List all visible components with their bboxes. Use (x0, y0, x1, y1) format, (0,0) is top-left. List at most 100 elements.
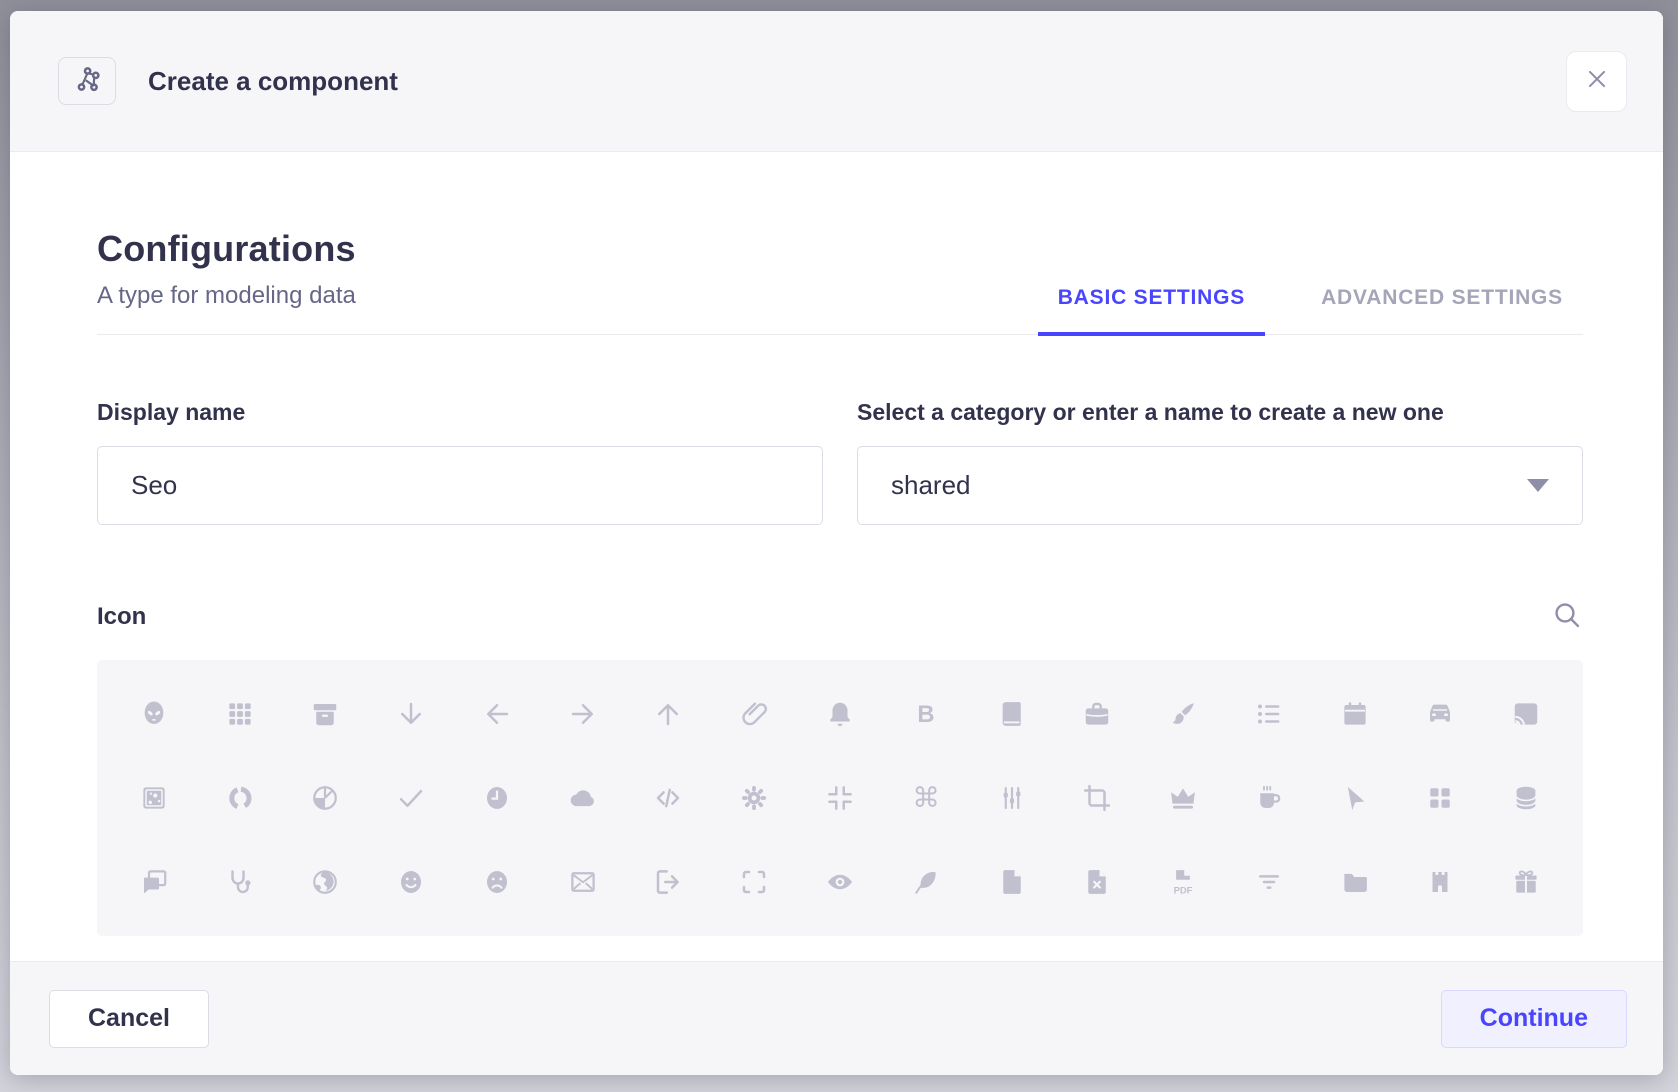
component-icon-box (58, 57, 116, 105)
icon-option-database[interactable] (1483, 756, 1569, 840)
icon-option-cup[interactable] (1226, 756, 1312, 840)
eye-icon (825, 867, 855, 897)
icon-option-crop[interactable] (1054, 756, 1140, 840)
alien-icon (139, 699, 169, 729)
cloud-icon (568, 783, 598, 813)
exit-icon (653, 867, 683, 897)
archive-icon (310, 699, 340, 729)
svg-text:PDF: PDF (1174, 885, 1193, 895)
collapse-icon (825, 783, 855, 813)
cancel-button[interactable]: Cancel (49, 990, 209, 1048)
icon-option-gate[interactable] (1397, 840, 1483, 924)
icon-option-car[interactable] (1397, 672, 1483, 756)
bullet-list-icon (1254, 699, 1284, 729)
icon-option-alien[interactable] (111, 672, 197, 756)
icon-option-exit[interactable] (626, 840, 712, 924)
icon-option-check[interactable] (368, 756, 454, 840)
icon-option-emotion-happy[interactable] (368, 840, 454, 924)
tab-basic-settings[interactable]: BASIC SETTINGS (1038, 286, 1265, 334)
dashboard-icon (1425, 783, 1455, 813)
chart-circle-icon (225, 783, 255, 813)
display-name-input[interactable] (97, 446, 823, 525)
icon-option-arrow-down[interactable] (368, 672, 454, 756)
icon-option-bullet-list[interactable] (1226, 672, 1312, 756)
command-icon: ⌘ (911, 783, 941, 813)
continue-button[interactable]: Continue (1441, 990, 1627, 1048)
expand-icon (739, 867, 769, 897)
icon-option-cursor[interactable] (1312, 756, 1398, 840)
icon-option-expand[interactable] (711, 840, 797, 924)
icon-option-folder[interactable] (1312, 840, 1398, 924)
category-label: Select a category or enter a name to cre… (857, 399, 1583, 426)
icon-option-bell[interactable] (797, 672, 883, 756)
icon-option-envelop[interactable] (540, 840, 626, 924)
icon-option-connector[interactable] (969, 756, 1055, 840)
briefcase-icon (1082, 699, 1112, 729)
icon-option-command[interactable]: ⌘ (883, 756, 969, 840)
icon-option-archive[interactable] (283, 672, 369, 756)
database-icon (1511, 783, 1541, 813)
crop-icon (1082, 783, 1112, 813)
crown-icon (1168, 783, 1198, 813)
calendar-icon (1340, 699, 1370, 729)
icon-search-button[interactable] (1551, 599, 1583, 634)
settings-tabs: BASIC SETTINGS ADVANCED SETTINGS (1038, 286, 1583, 334)
icon-option-gift[interactable] (1483, 840, 1569, 924)
icon-option-collapse[interactable] (797, 756, 883, 840)
file-icon (997, 867, 1027, 897)
cast-icon (1511, 699, 1541, 729)
icon-option-arrow-right[interactable] (540, 672, 626, 756)
display-name-label: Display name (97, 399, 823, 426)
section-title: Configurations (97, 228, 356, 270)
icon-option-discuss[interactable] (111, 840, 197, 924)
close-button[interactable] (1566, 51, 1627, 112)
modal-body: Configurations A type for modeling data … (10, 152, 1663, 961)
cup-icon (1254, 783, 1284, 813)
book-icon (997, 699, 1027, 729)
check-icon (396, 783, 426, 813)
brush-icon (1168, 699, 1198, 729)
icon-option-apps[interactable] (197, 672, 283, 756)
icon-option-clock[interactable] (454, 756, 540, 840)
icon-option-chart-bubble[interactable] (111, 756, 197, 840)
icon-option-crown[interactable] (1140, 756, 1226, 840)
cog-icon (739, 783, 769, 813)
modal-header: Create a component (10, 11, 1663, 152)
icon-option-emotion-unhappy[interactable] (454, 840, 540, 924)
bold-icon: B (911, 699, 941, 729)
discuss-icon (139, 867, 169, 897)
svg-text:⌘: ⌘ (912, 783, 940, 813)
icon-option-dashboard[interactable] (1397, 756, 1483, 840)
emotion-happy-icon (396, 867, 426, 897)
icon-option-arrow-up[interactable] (626, 672, 712, 756)
icon-option-arrow-left[interactable] (454, 672, 540, 756)
category-selected-value: shared (891, 470, 971, 501)
icon-option-cloud[interactable] (540, 756, 626, 840)
icon-option-brush[interactable] (1140, 672, 1226, 756)
icon-option-feather[interactable] (883, 840, 969, 924)
icon-option-attachment[interactable] (711, 672, 797, 756)
tab-advanced-settings[interactable]: ADVANCED SETTINGS (1301, 286, 1583, 334)
icon-option-cast[interactable] (1483, 672, 1569, 756)
icon-option-earth[interactable] (283, 840, 369, 924)
icon-option-file[interactable] (969, 840, 1055, 924)
emotion-unhappy-icon (482, 867, 512, 897)
icon-option-cog[interactable] (711, 756, 797, 840)
icon-option-code[interactable] (626, 756, 712, 840)
icon-option-file-pdf[interactable]: PDF (1140, 840, 1226, 924)
feather-icon (911, 867, 941, 897)
svg-text:B: B (917, 701, 934, 728)
icon-option-book[interactable] (969, 672, 1055, 756)
icon-option-doctor[interactable] (197, 840, 283, 924)
chart-pie-icon (310, 783, 340, 813)
icon-option-briefcase[interactable] (1054, 672, 1140, 756)
category-select[interactable]: shared (857, 446, 1583, 525)
icon-option-calendar[interactable] (1312, 672, 1398, 756)
icon-option-bold[interactable]: B (883, 672, 969, 756)
icon-option-eye[interactable] (797, 840, 883, 924)
icon-option-filter[interactable] (1226, 840, 1312, 924)
icon-option-chart-circle[interactable] (197, 756, 283, 840)
attachment-icon (739, 699, 769, 729)
icon-option-chart-pie[interactable] (283, 756, 369, 840)
icon-option-file-error[interactable] (1054, 840, 1140, 924)
